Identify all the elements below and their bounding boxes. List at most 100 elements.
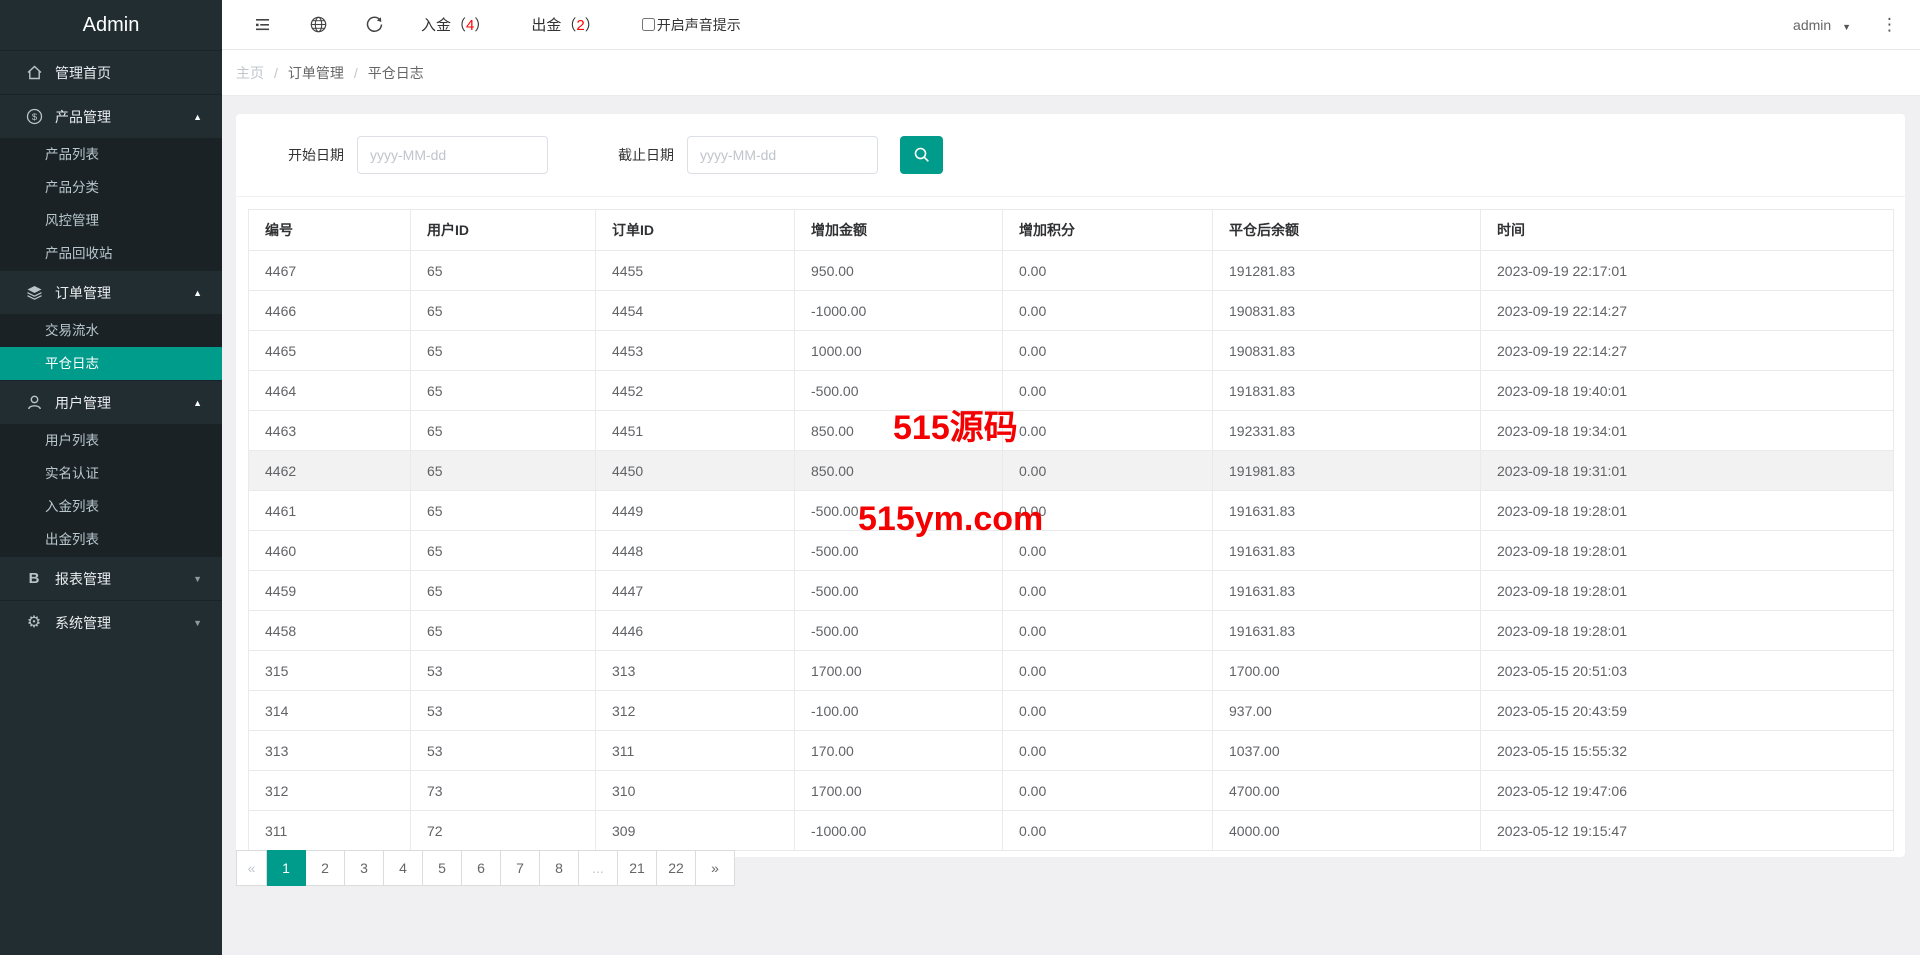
table-row[interactable]: 4461654449-500.000.00191631.832023-09-18…	[249, 491, 1894, 531]
breadcrumb-orders[interactable]: 订单管理	[288, 63, 344, 83]
sound-alert-checkbox[interactable]	[642, 18, 655, 31]
table-cell: 850.00	[795, 451, 1003, 491]
page-button[interactable]: 4	[384, 850, 423, 886]
sound-alert-label: 开启声音提示	[657, 15, 741, 35]
table-cell: 2023-09-18 19:28:01	[1481, 611, 1894, 651]
table-row[interactable]: 4462654450850.000.00191981.832023-09-18 …	[249, 451, 1894, 491]
table-cell: 4458	[249, 611, 411, 651]
sidebar-item-orders[interactable]: 订单管理 ▲	[0, 270, 222, 314]
table-row[interactable]: 31353311170.000.001037.002023-05-15 15:5…	[249, 731, 1894, 771]
table-cell: 65	[411, 451, 596, 491]
table-row[interactable]: 4464654452-500.000.00191831.832023-09-18…	[249, 371, 1894, 411]
sidebar-item-withdraw-list[interactable]: 出金列表	[0, 523, 222, 556]
table-row[interactable]: 44656544531000.000.00190831.832023-09-19…	[249, 331, 1894, 371]
sidebar-toggle-icon[interactable]	[253, 15, 272, 34]
table-cell: 65	[411, 611, 596, 651]
sidebar-item-reports[interactable]: B 报表管理 ▼	[0, 556, 222, 600]
table-cell: 4463	[249, 411, 411, 451]
search-button[interactable]	[900, 136, 943, 174]
table-cell: 4453	[596, 331, 795, 371]
col-amount-added: 增加金额	[795, 210, 1003, 251]
withdraw-count: 2	[576, 17, 584, 34]
user-icon	[24, 394, 44, 411]
table-cell: 191631.83	[1213, 531, 1481, 571]
globe-icon[interactable]	[309, 15, 328, 34]
end-date-input[interactable]	[687, 136, 878, 174]
sidebar-item-deposit-list[interactable]: 入金列表	[0, 490, 222, 523]
page-button[interactable]: 21	[618, 850, 657, 886]
page-button[interactable]: 22	[657, 850, 696, 886]
sidebar-item-dashboard[interactable]: 管理首页	[0, 50, 222, 94]
table-cell: 191281.83	[1213, 251, 1481, 291]
table-row[interactable]: 4466654454-1000.000.00190831.832023-09-1…	[249, 291, 1894, 331]
page-button[interactable]: 7	[501, 850, 540, 886]
table-cell: 4449	[596, 491, 795, 531]
table-cell: 0.00	[1003, 331, 1213, 371]
sidebar-item-label: 系统管理	[55, 613, 111, 633]
col-balance-after: 平仓后余额	[1213, 210, 1481, 251]
table-row[interactable]: 31172309-1000.000.004000.002023-05-12 19…	[249, 811, 1894, 851]
table-cell: 2023-05-15 15:55:32	[1481, 731, 1894, 771]
table-row[interactable]: 4459654447-500.000.00191631.832023-09-18…	[249, 571, 1894, 611]
sidebar-item-system[interactable]: ⚙ 系统管理 ▼	[0, 600, 222, 644]
table-cell: 0.00	[1003, 371, 1213, 411]
chevron-up-icon: ▲	[193, 398, 202, 408]
table-cell: -500.00	[795, 571, 1003, 611]
table-cell: 0.00	[1003, 691, 1213, 731]
caret-down-icon: ▼	[1842, 22, 1851, 32]
table-row[interactable]: 4460654448-500.000.00191631.832023-09-18…	[249, 531, 1894, 571]
table-cell: 2023-09-18 19:31:01	[1481, 451, 1894, 491]
sidebar-item-users[interactable]: 用户管理 ▲	[0, 380, 222, 424]
table-row[interactable]: 4467654455950.000.00191281.832023-09-19 …	[249, 251, 1894, 291]
sidebar-item-product-list[interactable]: 产品列表	[0, 138, 222, 171]
submenu-orders: 交易流水 平仓日志	[0, 314, 222, 380]
sidebar-item-risk-control[interactable]: 风控管理	[0, 204, 222, 237]
gear-icon: ⚙	[24, 615, 44, 631]
sidebar-item-product-recycle[interactable]: 产品回收站	[0, 237, 222, 270]
sidebar-item-products[interactable]: $ 产品管理 ▲	[0, 94, 222, 138]
deposit-counter[interactable]: 入金（4）	[421, 14, 489, 35]
page-button[interactable]: »	[696, 850, 735, 886]
layers-icon	[24, 284, 44, 301]
page-button[interactable]: 3	[345, 850, 384, 886]
table-cell: 2023-05-12 19:47:06	[1481, 771, 1894, 811]
svg-text:$: $	[31, 112, 37, 123]
page-button[interactable]: 6	[462, 850, 501, 886]
table-row[interactable]: 315533131700.000.001700.002023-05-15 20:…	[249, 651, 1894, 691]
table-cell: 2023-09-18 19:28:01	[1481, 571, 1894, 611]
page-button[interactable]: 8	[540, 850, 579, 886]
page-button[interactable]: 5	[423, 850, 462, 886]
page-button-current[interactable]: 1	[267, 850, 306, 886]
sidebar-item-kyc[interactable]: 实名认证	[0, 457, 222, 490]
table-cell: 2023-05-15 20:43:59	[1481, 691, 1894, 731]
sidebar-item-trade-flow[interactable]: 交易流水	[0, 314, 222, 347]
page-button[interactable]: 2	[306, 850, 345, 886]
table-cell: -500.00	[795, 371, 1003, 411]
table-cell: 65	[411, 411, 596, 451]
table-row[interactable]: 31453312-100.000.00937.002023-05-15 20:4…	[249, 691, 1894, 731]
breadcrumb-home[interactable]: 主页	[236, 63, 264, 83]
sidebar-item-user-list[interactable]: 用户列表	[0, 424, 222, 457]
table-cell: 0.00	[1003, 811, 1213, 851]
table-cell: 191631.83	[1213, 571, 1481, 611]
table-cell: 192331.83	[1213, 411, 1481, 451]
more-options-icon[interactable]: ⋮	[1881, 15, 1898, 35]
withdraw-counter[interactable]: 出金（2）	[531, 14, 599, 35]
table-cell: 950.00	[795, 251, 1003, 291]
table-cell: 4700.00	[1213, 771, 1481, 811]
user-menu[interactable]: admin ▼	[1793, 17, 1851, 33]
sidebar: Admin 管理首页 $ 产品管理 ▲ 产品列表 产品分类 风控管理 产品回收站…	[0, 0, 222, 955]
col-order-id: 订单ID	[596, 210, 795, 251]
table-row[interactable]: 4463654451850.000.00192331.832023-09-18 …	[249, 411, 1894, 451]
start-date-input[interactable]	[357, 136, 548, 174]
table-cell: 4459	[249, 571, 411, 611]
table-row[interactable]: 4458654446-500.000.00191631.832023-09-18…	[249, 611, 1894, 651]
sidebar-item-close-log[interactable]: 平仓日志	[0, 347, 222, 380]
pagination: «12345678...2122»	[236, 850, 735, 886]
table-row[interactable]: 312733101700.000.004700.002023-05-12 19:…	[249, 771, 1894, 811]
home-icon	[24, 64, 44, 81]
refresh-icon[interactable]	[365, 15, 384, 34]
table-cell: 2023-09-19 22:14:27	[1481, 291, 1894, 331]
sidebar-item-product-category[interactable]: 产品分类	[0, 171, 222, 204]
table-cell: 0.00	[1003, 651, 1213, 691]
